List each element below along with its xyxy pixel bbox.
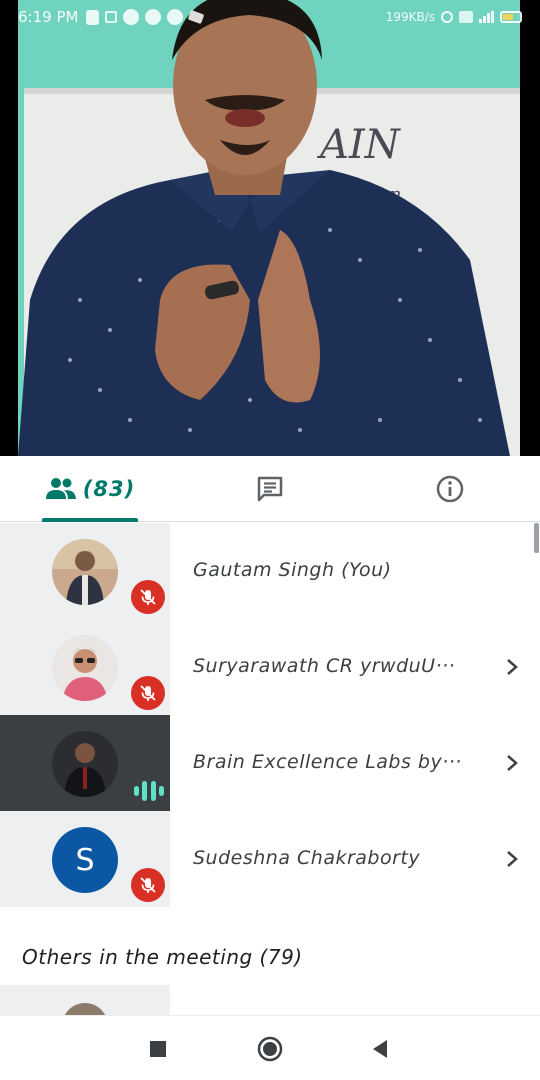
- meeting-tabs: (83): [0, 456, 540, 522]
- alarm-icon: [441, 11, 453, 23]
- home-button[interactable]: [240, 1016, 300, 1080]
- chat-icon: [167, 9, 184, 25]
- tab-chat[interactable]: [180, 456, 360, 522]
- whatsapp-icon: [123, 9, 140, 25]
- avatar: [52, 731, 118, 797]
- avatar: [62, 1003, 108, 1015]
- chevron-right-icon[interactable]: [502, 751, 522, 775]
- info-icon: [436, 475, 464, 503]
- avatar: [52, 539, 118, 605]
- avatar: [52, 635, 118, 701]
- avatar: S: [52, 827, 118, 893]
- status-time: 6:19 PM: [18, 8, 79, 26]
- participant-name: Sudeshna Chakraborty: [193, 847, 421, 869]
- messenger-icon: [145, 9, 162, 25]
- chevron-right-icon[interactable]: [502, 655, 522, 679]
- telegram-icon: [188, 9, 205, 25]
- video-letterbox-left: [0, 0, 18, 456]
- recents-button[interactable]: [128, 1016, 188, 1080]
- signal-icon: [479, 11, 494, 23]
- participant-row[interactable]: Gautam Singh (You): [0, 523, 540, 619]
- participant-row[interactable]: S Sudeshna Chakraborty: [0, 811, 540, 907]
- participant-name: Brain Excellence Labs by···: [193, 751, 462, 773]
- list-scrollbar[interactable]: [534, 523, 539, 553]
- others-heading: Others in the meeting (79): [22, 945, 303, 969]
- chevron-right-icon[interactable]: [502, 847, 522, 871]
- participant-row[interactable]: Suryarawath CR yrwduU···: [0, 619, 540, 715]
- mic-off-icon: [131, 676, 165, 710]
- participant-name: Gautam Singh (You): [193, 559, 392, 581]
- mic-off-icon: [131, 868, 165, 902]
- people-icon: [45, 478, 76, 499]
- chat-icon: [257, 476, 283, 502]
- video-letterbox-right: [520, 0, 540, 456]
- mic-off-icon: [131, 580, 165, 614]
- shield-icon: [86, 9, 100, 25]
- recents-square-icon: [150, 1040, 166, 1057]
- tab-people[interactable]: (83): [0, 456, 180, 522]
- participant-list: Gautam Singh (You) Suryarawath CR yrwduU…: [0, 523, 540, 907]
- network-speed: 199KB/s: [385, 10, 435, 24]
- presenter-video[interactable]: AIN motion 6:: [0, 0, 540, 456]
- system-nav-bar: [0, 1015, 540, 1080]
- status-bar: 6:19 PM 199KB/s: [0, 0, 540, 34]
- battery-icon: [500, 11, 522, 23]
- participant-row-partial[interactable]: [0, 985, 170, 1015]
- active-tab-indicator: [42, 518, 138, 522]
- tab-info[interactable]: [360, 456, 540, 522]
- presenter-figure: [18, 0, 510, 456]
- participant-row[interactable]: Brain Excellence Labs by···: [0, 715, 540, 811]
- wifi-icon: [459, 11, 473, 23]
- back-button[interactable]: [350, 1016, 410, 1080]
- back-triangle-icon: [373, 1039, 387, 1058]
- participant-name: Suryarawath CR yrwduU···: [193, 655, 456, 677]
- vibrate-icon: [105, 11, 118, 23]
- home-circle-icon: [257, 1036, 283, 1061]
- speaking-indicator-icon: [134, 781, 164, 801]
- participant-count: (83): [82, 477, 136, 501]
